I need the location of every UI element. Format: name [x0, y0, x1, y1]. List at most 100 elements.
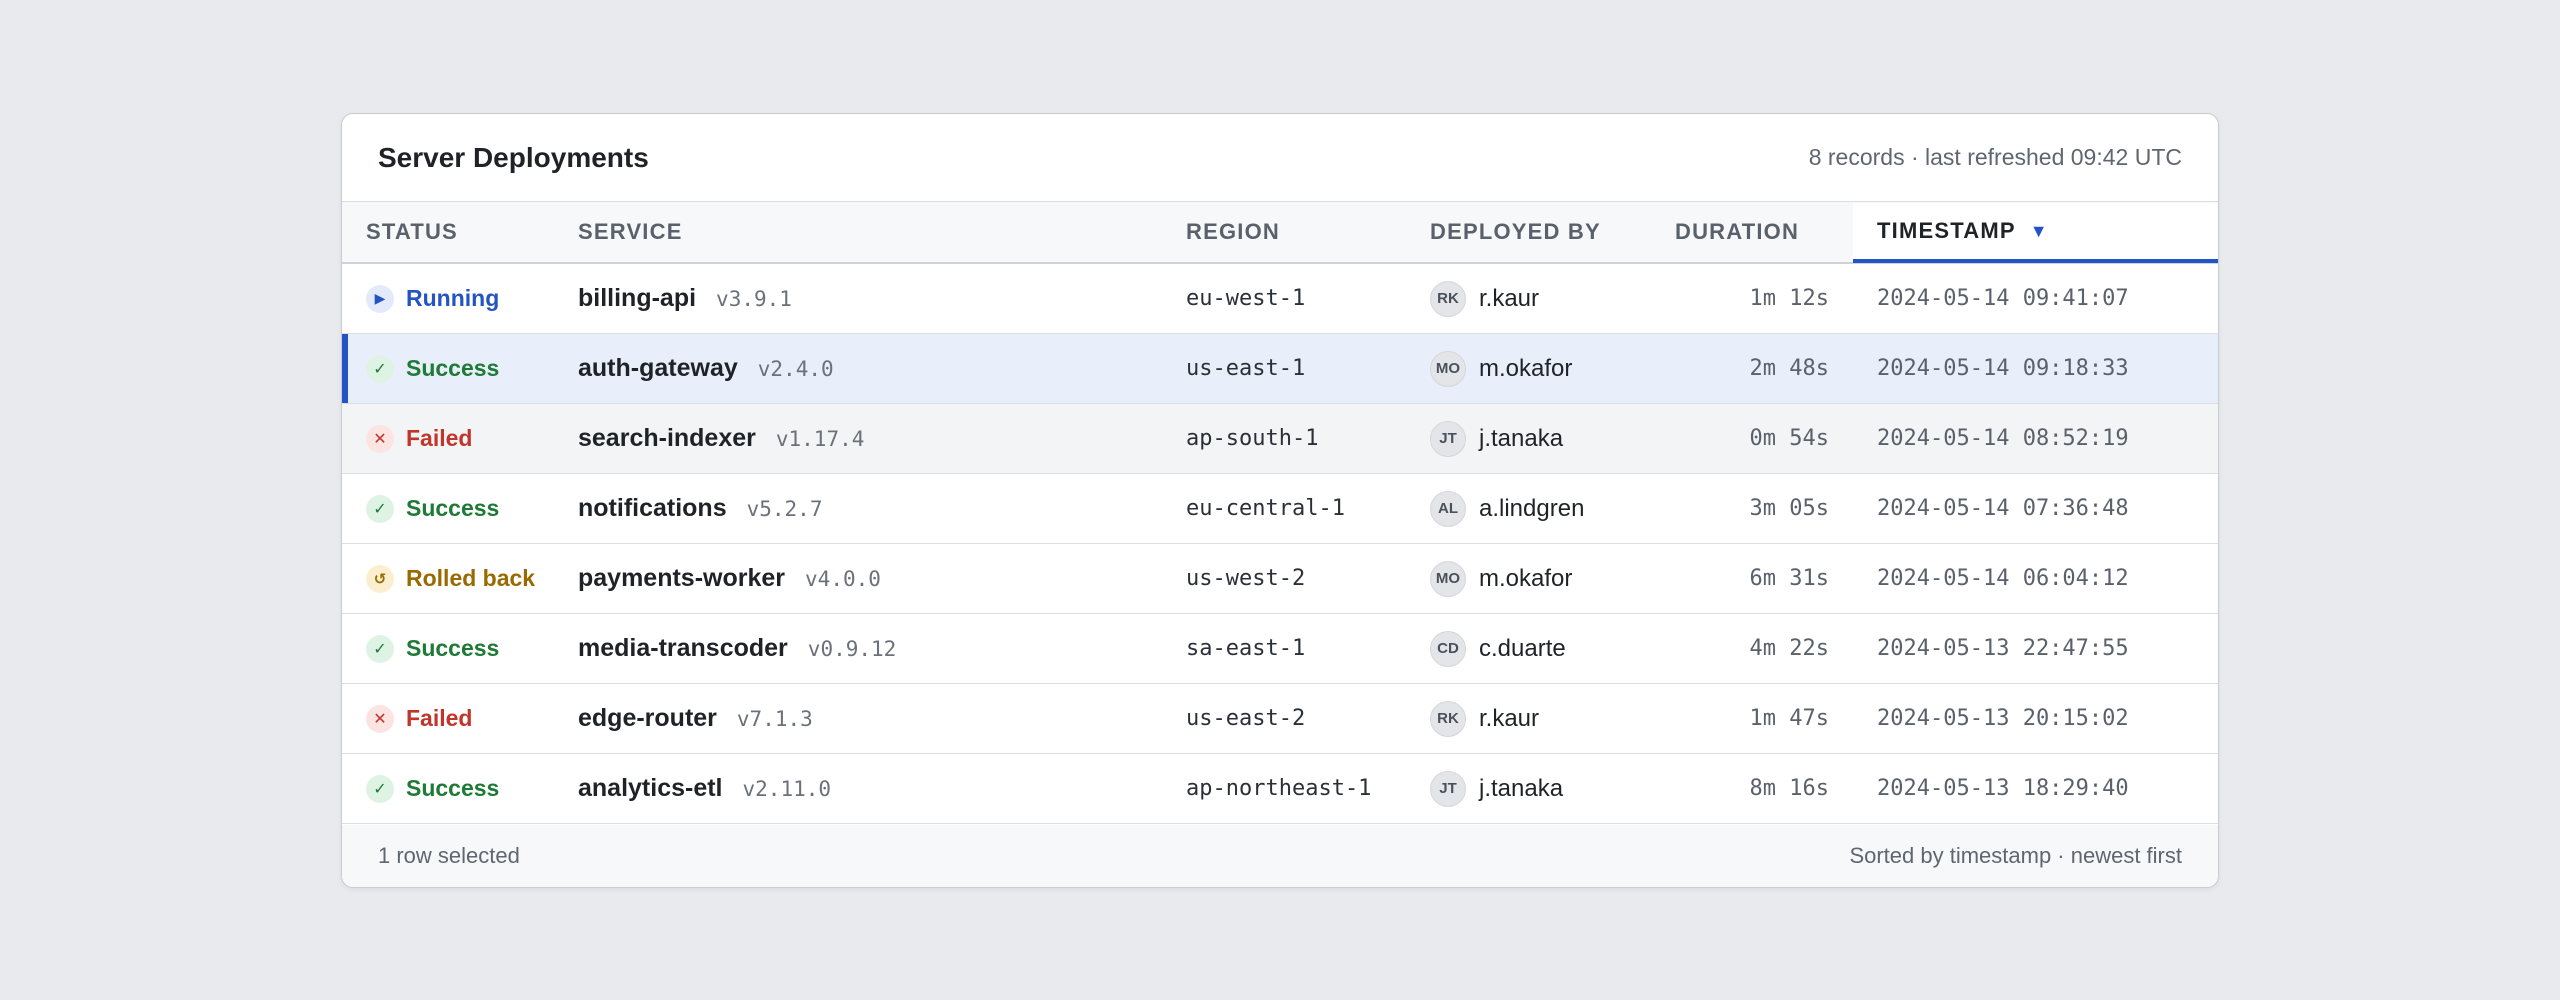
service-version: v0.9.12 — [807, 637, 897, 661]
timestamp-cell: 2024-05-14 09:41:07 — [1877, 286, 2129, 311]
service-name: analytics-etl — [578, 774, 723, 802]
status-badge: ↺ Rolled back — [366, 564, 578, 593]
status-label: Success — [406, 775, 500, 801]
timestamp-cell: 2024-05-13 18:29:40 — [1877, 776, 2129, 801]
status-label: Rolled back — [406, 565, 536, 591]
column-header-timestamp[interactable]: TIMESTAMP ▼ — [1853, 203, 2218, 263]
column-label: DURATION — [1675, 219, 1800, 244]
service-name: billing-api — [578, 284, 697, 312]
deployed-by-user: j.tanaka — [1479, 424, 1564, 452]
status-badge: ✓ Success — [366, 494, 578, 523]
avatar: MO — [1430, 350, 1466, 387]
table-row[interactable]: ✕ Failed search-indexer v1.17.4 ap-south… — [342, 404, 2218, 474]
timestamp-cell: 2024-05-13 22:47:55 — [1877, 636, 2129, 661]
deployed-by-user: a.lindgren — [1479, 494, 1585, 522]
panel-meta: 8 records · last refreshed 09:42 UTC — [1808, 144, 2182, 170]
status-label: Success — [406, 355, 500, 381]
table-row[interactable]: ↺ Rolled back payments-worker v4.0.0 us-… — [342, 544, 2218, 614]
column-label: TIMESTAMP — [1877, 218, 2016, 243]
service-name: edge-router — [578, 704, 717, 732]
status-badge: ✓ Success — [366, 634, 578, 663]
service-version: v3.9.1 — [716, 287, 792, 311]
sort-descending-icon: ▼ — [2029, 220, 2049, 241]
avatar: CD — [1430, 630, 1466, 667]
table-row[interactable]: ✓ Success notifications v5.2.7 eu-centra… — [342, 474, 2218, 544]
column-header-region[interactable]: REGION — [1186, 202, 1430, 262]
table-header: STATUS SERVICE REGION DEPLOYED BY DURATI… — [342, 202, 2218, 264]
status-label: Success — [406, 495, 500, 521]
region-cell: ap-south-1 — [1186, 426, 1319, 451]
deployed-by-user: m.okafor — [1479, 564, 1573, 592]
column-header-deployed-by[interactable]: DEPLOYED BY — [1430, 202, 1675, 262]
deployed-by-user: j.tanaka — [1479, 774, 1564, 802]
service-name: notifications — [578, 494, 727, 522]
service-version: v5.2.7 — [746, 497, 823, 521]
table-row[interactable]: ✓ Success auth-gateway v2.4.0 us-east-1 … — [342, 334, 2218, 404]
timestamp-cell: 2024-05-14 07:36:48 — [1877, 496, 2129, 521]
status-badge: ✕ Failed — [366, 704, 578, 733]
avatar: RK — [1430, 700, 1466, 737]
table-row[interactable]: ✓ Success analytics-etl v2.11.0 ap-north… — [342, 754, 2218, 824]
selection-count: 1 row selected — [378, 843, 520, 868]
region-cell: eu-central-1 — [1186, 496, 1345, 521]
timestamp-cell: 2024-05-14 09:18:33 — [1877, 356, 2129, 381]
panel-title: Server Deployments — [378, 141, 649, 173]
undo-icon: ↺ — [366, 564, 394, 593]
column-header-duration[interactable]: DURATION — [1675, 202, 1853, 262]
avatar: MO — [1430, 560, 1466, 597]
column-label: REGION — [1186, 219, 1280, 244]
table-row[interactable]: ✓ Success media-transcoder v0.9.12 sa-ea… — [342, 614, 2218, 684]
column-header-service[interactable]: SERVICE — [578, 202, 1186, 262]
check-icon: ✓ — [366, 354, 394, 383]
check-icon: ✓ — [366, 774, 394, 803]
duration-cell: 2m 48s — [1749, 356, 1829, 381]
service-version: v4.0.0 — [805, 567, 881, 591]
status-label: Failed — [406, 705, 473, 731]
table-row[interactable]: ▶ Running billing-api v3.9.1 eu-west-1 R… — [342, 264, 2218, 334]
status-badge: ✓ Success — [366, 774, 578, 803]
duration-cell: 0m 54s — [1749, 426, 1829, 451]
deployed-by-user: c.duarte — [1479, 634, 1566, 662]
sort-description: Sorted by timestamp · newest first — [1849, 843, 2182, 868]
x-icon: ✕ — [366, 704, 394, 733]
duration-cell: 6m 31s — [1749, 566, 1829, 591]
panel-header: Server Deployments 8 records · last refr… — [342, 114, 2218, 202]
service-version: v2.4.0 — [757, 357, 834, 381]
column-label: SERVICE — [578, 219, 683, 244]
region-cell: eu-west-1 — [1186, 286, 1306, 311]
play-icon: ▶ — [366, 284, 394, 313]
status-label: Running — [406, 285, 500, 311]
column-label: STATUS — [366, 219, 458, 244]
duration-cell: 8m 16s — [1749, 776, 1829, 801]
status-label: Failed — [406, 425, 473, 451]
timestamp-cell: 2024-05-13 20:15:02 — [1877, 706, 2129, 731]
avatar: JT — [1430, 770, 1466, 807]
deployed-by-user: r.kaur — [1479, 284, 1540, 312]
status-badge: ▶ Running — [366, 284, 578, 313]
region-cell: sa-east-1 — [1186, 636, 1306, 661]
region-cell: us-east-1 — [1186, 356, 1306, 381]
timestamp-cell: 2024-05-14 06:04:12 — [1877, 566, 2129, 591]
status-badge: ✕ Failed — [366, 424, 578, 453]
timestamp-cell: 2024-05-14 08:52:19 — [1877, 426, 2129, 451]
service-name: payments-worker — [578, 564, 786, 592]
avatar: RK — [1430, 280, 1466, 317]
duration-cell: 1m 12s — [1749, 286, 1829, 311]
avatar: AL — [1430, 490, 1466, 527]
duration-cell: 3m 05s — [1749, 496, 1829, 521]
region-cell: ap-northeast-1 — [1186, 776, 1372, 801]
column-header-status[interactable]: STATUS — [342, 202, 578, 262]
service-name: search-indexer — [578, 424, 756, 452]
duration-cell: 1m 47s — [1749, 706, 1829, 731]
service-version: v7.1.3 — [736, 707, 813, 731]
table-row[interactable]: ✕ Failed edge-router v7.1.3 us-east-2 RK… — [342, 684, 2218, 754]
deployments-panel: Server Deployments 8 records · last refr… — [341, 113, 2219, 888]
region-cell: us-west-2 — [1186, 566, 1306, 591]
avatar: JT — [1430, 420, 1466, 457]
deployed-by-user: m.okafor — [1479, 354, 1573, 382]
duration-cell: 4m 22s — [1749, 636, 1829, 661]
region-cell: us-east-2 — [1186, 706, 1306, 731]
status-badge: ✓ Success — [366, 354, 578, 383]
x-icon: ✕ — [366, 424, 394, 453]
check-icon: ✓ — [366, 494, 394, 523]
